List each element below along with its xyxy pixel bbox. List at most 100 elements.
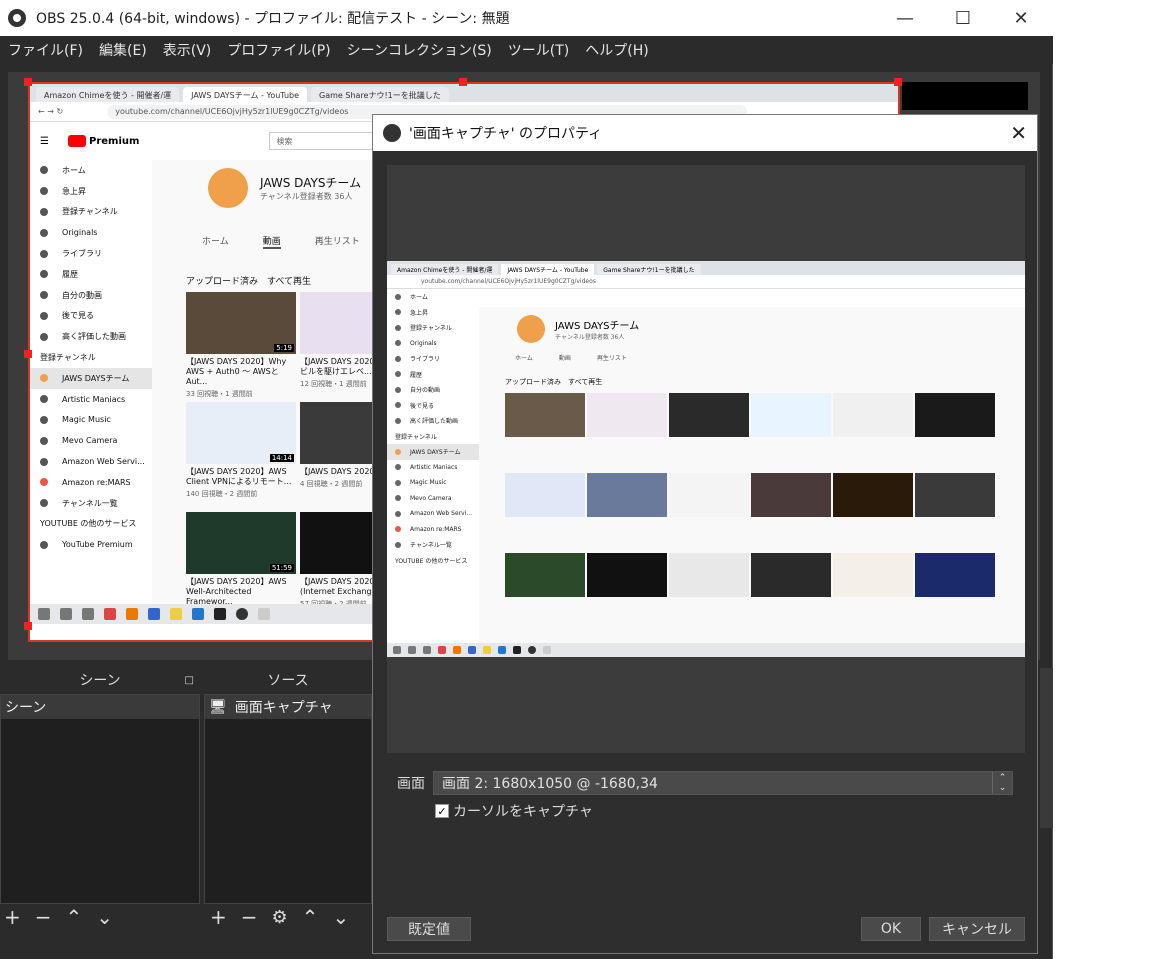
mini-tab-strip: Amazon Chimeを使う - 開催者/運 JAWS DAYSチーム - Yo… xyxy=(387,261,1025,275)
channel-tabs: ホーム 動画 再生リスト xyxy=(202,234,394,249)
terminal-icon xyxy=(214,608,226,620)
menu-profile[interactable]: プロファイル(P) xyxy=(219,40,338,60)
source-item[interactable]: 🖥 画面キャプチャ xyxy=(205,695,371,719)
video-title: 【JAWS DAYS 2020】Why AWS + Auth0 〜 AWSとAu… xyxy=(186,357,287,386)
mini-video-card xyxy=(505,393,585,473)
sidebar-item: Mevo Camera xyxy=(30,430,152,451)
mini-video-card xyxy=(669,553,749,633)
mini-video-card xyxy=(751,553,831,633)
mini-video-thumbnail xyxy=(915,393,995,437)
uploads-heading: アップロード済み すべて再生 xyxy=(186,277,312,287)
sidebar-item: Originals xyxy=(30,222,152,243)
back-icon: ← → ↻ xyxy=(38,107,64,116)
mini-video-card xyxy=(915,553,995,633)
minimize-icon[interactable]: — xyxy=(882,0,928,36)
video-title: 【JAWS DAYS 2020】AWS Client VPNによるリモート... xyxy=(186,467,292,486)
dialog-form: 画面 画面 2: 1680x1050 @ -1680,34 ⌃ ⌄ ✓ カーソルを… xyxy=(397,771,1017,821)
menu-view[interactable]: 表示(V) xyxy=(155,40,220,60)
taskview-icon xyxy=(82,608,94,620)
video-card: 5:19 【JAWS DAYS 2020】Why AWS + Auth0 〜 AW… xyxy=(186,292,296,402)
sidebar-item: Amazon Web Servi... xyxy=(30,451,152,472)
mini-uploads-heading: アップロード済み すべて再生 xyxy=(505,378,603,386)
mini-video-thumbnail xyxy=(505,393,585,437)
dialog-title: '画面キャプチャ' のプロパティ xyxy=(409,126,603,142)
video-title: 【JAWS DAYS 2020】AWS Well-Architected Fra… xyxy=(186,577,287,606)
mini-video-card xyxy=(669,393,749,473)
add-source-icon[interactable]: + xyxy=(210,905,227,929)
scene-item[interactable]: シーン xyxy=(1,695,199,719)
channel-subs: チャンネル登録者数 36人 xyxy=(260,192,353,201)
paint-icon xyxy=(258,608,270,620)
menu-icon: ☰ xyxy=(40,135,49,147)
video-duration: 14:14 xyxy=(269,454,294,462)
menu-help[interactable]: ヘルプ(H) xyxy=(577,40,656,60)
mini-video-thumbnail xyxy=(669,553,749,597)
close-icon[interactable]: ✕ xyxy=(1010,121,1027,145)
sources-list[interactable]: 🖥 画面キャプチャ xyxy=(204,694,372,904)
browser-tab[interactable]: Amazon Chimeを使う - 開催者/運 xyxy=(36,87,180,102)
remove-scene-icon[interactable]: − xyxy=(35,905,52,929)
firefox-icon xyxy=(126,608,138,620)
gear-icon[interactable]: ⚙ xyxy=(272,907,288,928)
capture-cursor-checkbox[interactable]: ✓ カーソルをキャプチャ xyxy=(435,801,1017,821)
windows-icon xyxy=(38,608,50,620)
move-down-icon[interactable]: ⌄ xyxy=(96,905,113,929)
sidebar-section: 登録チャンネル xyxy=(40,353,96,363)
sidebar-item: 急上昇 xyxy=(30,181,152,202)
mini-video-thumbnail xyxy=(915,473,995,517)
obs-logo-icon xyxy=(383,124,401,142)
close-icon[interactable]: ✕ xyxy=(998,0,1044,36)
video-meta: 33 回視聴・1 週間前 xyxy=(186,390,253,398)
mini-video-thumbnail xyxy=(751,473,831,517)
menu-edit[interactable]: 編集(E) xyxy=(91,40,155,60)
mini-video-thumbnail xyxy=(833,473,913,517)
menu-tools[interactable]: ツール(T) xyxy=(500,40,577,60)
cancel-button[interactable]: キャンセル xyxy=(929,917,1025,941)
menu-scene-collection[interactable]: シーンコレクション(S) xyxy=(339,40,500,60)
mini-video-card xyxy=(833,473,913,553)
move-up-icon[interactable]: ⌃ xyxy=(302,905,319,929)
mini-video-thumbnail xyxy=(915,553,995,597)
browser-tab-strip: Amazon Chimeを使う - 開催者/運 JAWS DAYSチーム - Y… xyxy=(30,84,898,102)
maximize-icon[interactable]: ☐ xyxy=(940,0,986,36)
add-scene-icon[interactable]: + xyxy=(4,905,21,929)
sidebar-item: JAWS DAYSチーム xyxy=(30,367,152,389)
channel-tab: 再生リスト xyxy=(314,237,360,247)
display-select[interactable]: 画面 2: 1680x1050 @ -1680,34 ⌃ ⌄ xyxy=(433,771,1013,795)
browser-tab[interactable]: Game Shareナウ!1ーを批議した xyxy=(311,87,449,102)
dialog-title-bar: '画面キャプチャ' のプロパティ ✕ xyxy=(373,115,1037,151)
capture-preview: Amazon Chimeを使う - 開催者/運 JAWS DAYSチーム - Yo… xyxy=(387,261,1025,657)
scenes-list[interactable]: シーン xyxy=(0,694,200,904)
mini-video-thumbnail xyxy=(833,553,913,597)
channel-header: JAWS DAYSチーム チャンネル登録者数 36人 xyxy=(208,168,361,208)
browser-tab[interactable]: JAWS DAYSチーム - YouTube xyxy=(183,87,308,102)
remove-source-icon[interactable]: − xyxy=(241,905,258,929)
sidebar-item: ホーム xyxy=(30,160,152,181)
move-up-icon[interactable]: ⌃ xyxy=(66,905,83,929)
edge-icon xyxy=(148,608,160,620)
defaults-button[interactable]: 既定値 xyxy=(387,917,471,941)
scenes-toolbar: + − ⌃ ⌄ xyxy=(4,904,113,930)
sidebar-item: ライブラリ xyxy=(30,243,152,264)
sidebar-item: Magic Music xyxy=(30,410,152,431)
mini-main: JAWS DAYSチーム チャンネル登録者数 36人 ホーム 動画 再生リスト アップ… xyxy=(479,289,1025,643)
ok-button[interactable]: OK xyxy=(861,917,921,941)
mini-header xyxy=(479,289,1025,307)
capture-cursor-label: カーソルをキャプチャ xyxy=(453,804,593,820)
mini-video-thumbnail xyxy=(751,393,831,437)
mini-address-bar: youtube.com/channel/UCE6OjvjHy5zr1lUE9g0… xyxy=(387,275,1025,289)
mini-video-card xyxy=(915,393,995,473)
scenes-dock-title: シーン □ xyxy=(0,668,200,692)
menu-file[interactable]: ファイル(F) xyxy=(0,40,91,60)
mini-sidebar: ホーム 急上昇 登録チャンネル Originals ライブラリ 履歴 自分の動画… xyxy=(387,289,479,643)
mini-channel-header: JAWS DAYSチーム チャンネル登録者数 36人 xyxy=(517,315,639,343)
sidebar-item: Amazon re:MARS xyxy=(30,472,152,493)
properties-dialog: '画面キャプチャ' のプロパティ ✕ Amazon Chimeを使う - 開催者… xyxy=(372,114,1038,954)
mini-video-thumbnail xyxy=(587,393,667,437)
sidebar-item: 自分の動画 xyxy=(30,285,152,306)
mini-video-card xyxy=(587,393,667,473)
video-thumbnail: 5:19 xyxy=(186,292,296,354)
move-down-icon[interactable]: ⌄ xyxy=(332,905,349,929)
window-title: OBS 25.0.4 (64-bit, windows) - プロファイル: 配… xyxy=(36,11,510,27)
checkbox-checked-icon: ✓ xyxy=(435,804,449,818)
